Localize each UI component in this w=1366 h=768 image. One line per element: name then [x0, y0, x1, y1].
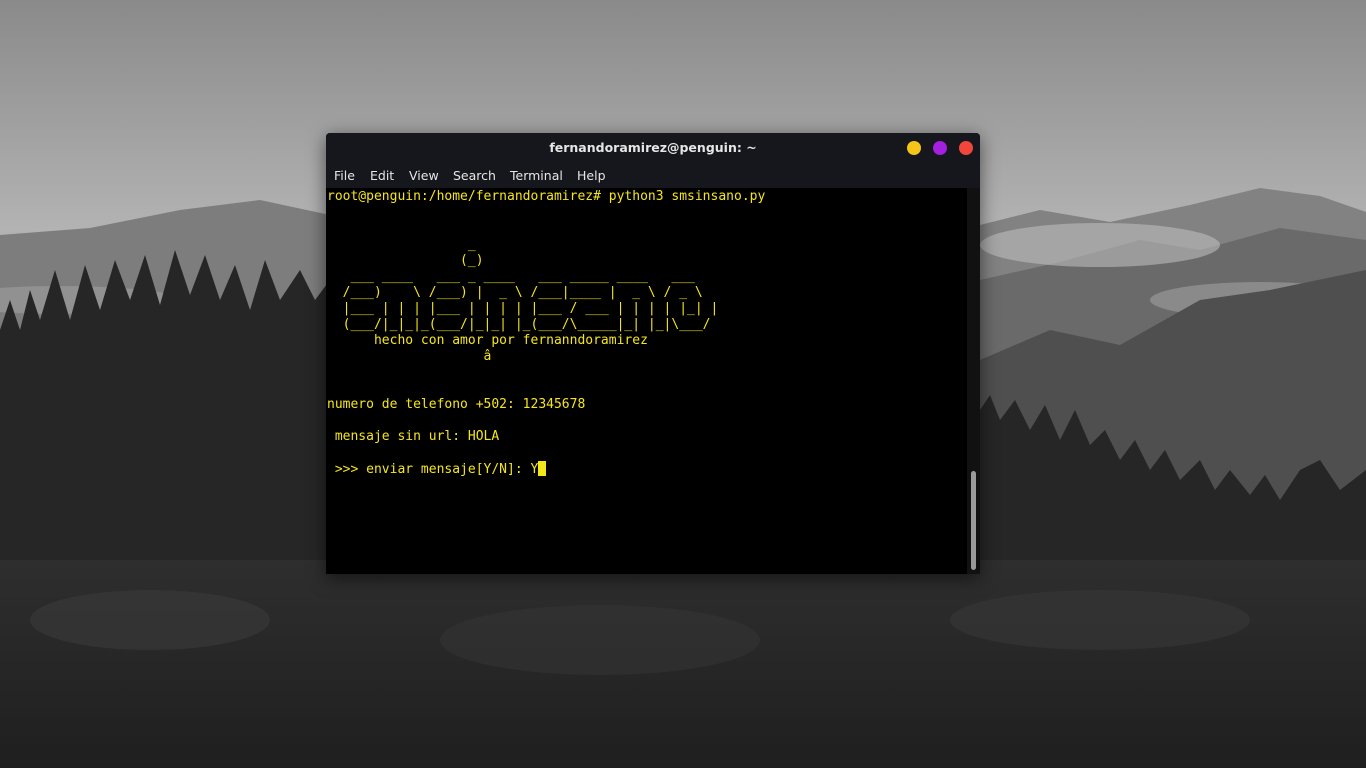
banner-line-5: |___ | | | |___ | | | | |___ / ___ | | |… — [327, 301, 719, 316]
banner-credit: hecho con amor por fernanndoramirez — [327, 333, 648, 348]
banner-line-2: (_) — [327, 253, 484, 268]
menu-terminal[interactable]: Terminal — [510, 162, 563, 188]
menu-bar: File Edit View Search Terminal Help — [326, 162, 980, 188]
menu-file[interactable]: File — [334, 162, 355, 188]
banner-line-1: _ — [327, 237, 476, 252]
scrollbar-thumb[interactable] — [971, 471, 976, 570]
close-icon[interactable] — [959, 141, 973, 155]
phone-prompt: numero de telefono +502: 12345678 — [327, 397, 586, 412]
banner-line-3: ___ ____ ___ _ ____ ___ _____ ____ ___ — [327, 269, 695, 284]
text-cursor — [538, 461, 547, 476]
banner-glyph: â — [327, 349, 492, 364]
send-prompt: >>> enviar mensaje[Y/N]: Y — [327, 462, 539, 477]
menu-help[interactable]: Help — [577, 162, 606, 188]
terminal-output[interactable]: root@penguin:/home/fernandoramirez# pyth… — [327, 188, 967, 574]
menu-search[interactable]: Search — [453, 162, 496, 188]
scrollbar[interactable] — [967, 188, 980, 574]
menu-edit[interactable]: Edit — [370, 162, 394, 188]
banner-line-4: /___) \ /___) | _ \ /___|____ | _ \ / _ … — [327, 285, 703, 300]
send-prompt-line: >>> enviar mensaje[Y/N]: Y — [327, 461, 547, 478]
maximize-icon[interactable] — [933, 141, 947, 155]
terminal-window[interactable]: fernandoramirez@penguin: ~ File Edit Vie… — [326, 133, 980, 574]
window-titlebar[interactable]: fernandoramirez@penguin: ~ — [326, 133, 980, 162]
message-prompt: mensaje sin url: HOLA — [327, 429, 500, 444]
minimize-icon[interactable] — [907, 141, 921, 155]
window-title: fernandoramirez@penguin: ~ — [549, 140, 757, 155]
menu-view[interactable]: View — [409, 162, 439, 188]
banner-line-6: (___/|_|_|_(___/|_|_| |_(___/\_____|_| |… — [327, 317, 711, 332]
command-line: root@penguin:/home/fernandoramirez# pyth… — [327, 189, 766, 204]
